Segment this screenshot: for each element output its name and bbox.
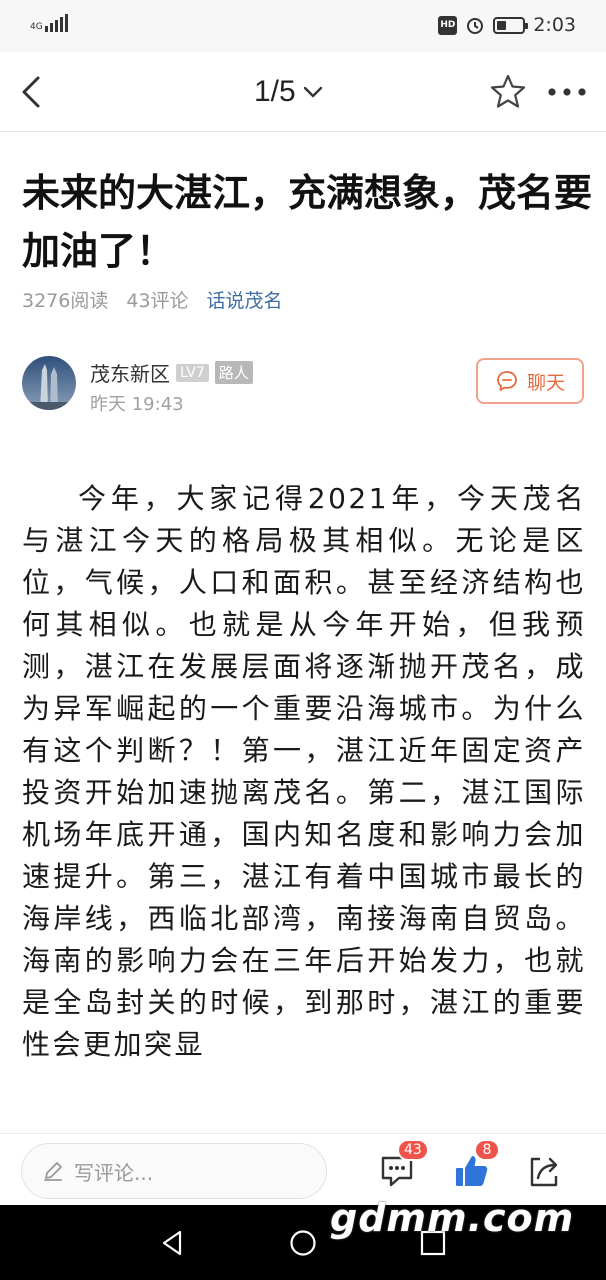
level-badge: LV7 — [176, 363, 209, 382]
like-button[interactable]: 8 — [452, 1139, 500, 1191]
chat-button[interactable]: 聊天 — [476, 358, 584, 404]
avatar[interactable] — [22, 356, 76, 410]
more-icon[interactable] — [546, 80, 588, 104]
chat-icon — [497, 371, 517, 391]
hd-icon: HD — [438, 15, 458, 35]
author-name[interactable]: 茂东新区 — [90, 358, 170, 387]
comment-input[interactable]: 写评论... — [21, 1143, 327, 1199]
signal-area: 4G — [30, 14, 68, 32]
nav-bar: 1/5 — [0, 52, 606, 132]
page-selector[interactable]: 1/5 — [254, 72, 324, 112]
comment-count-text: 43评论 — [126, 290, 189, 312]
page-indicator: 1/5 — [254, 75, 296, 108]
read-count: 3276阅读 — [22, 290, 109, 312]
share-icon[interactable] — [524, 1151, 564, 1191]
author-info: 茂东新区 LV7 路人 — [90, 358, 253, 387]
battery-icon — [493, 16, 529, 34]
pencil-icon — [44, 1162, 62, 1181]
network-type: 4G — [30, 22, 43, 32]
article-title: 未来的大湛江，充满想象，茂名要加油了！ — [22, 171, 593, 273]
topic-link[interactable]: 话说茂名 — [207, 286, 283, 313]
article-body: 今年，大家记得2021年，今天茂名与湛江今天的格局极其相似。无论是区位，气候，人… — [22, 482, 586, 1061]
alarm-icon — [467, 18, 484, 34]
bottom-bar: 写评论... 43 8 — [0, 1133, 606, 1205]
comment-count-badge: 43 — [397, 1139, 429, 1161]
chat-label: 聊天 — [526, 371, 565, 394]
watermark: gdmm.com — [330, 1196, 575, 1240]
author-row: 茂东新区 LV7 路人 昨天 19:43 聊天 — [22, 356, 588, 416]
comments-button[interactable]: 43 — [377, 1139, 429, 1191]
like-count-badge: 8 — [474, 1139, 500, 1161]
post-time: 昨天 19:43 — [90, 394, 184, 415]
back-triangle-icon[interactable] — [158, 1228, 188, 1258]
status-right: HD 2:03 — [438, 14, 576, 36]
comment-placeholder: 写评论... — [74, 1160, 154, 1185]
role-badge: 路人 — [214, 361, 253, 384]
article-meta: 3276阅读 43评论 话说茂名 — [22, 286, 283, 313]
signal-icon — [44, 14, 68, 32]
clock: 2:03 — [533, 14, 576, 36]
star-icon[interactable] — [488, 72, 528, 112]
back-icon[interactable] — [16, 70, 56, 114]
status-bar: 4G HD 2:03 — [0, 0, 606, 52]
chevron-down-icon — [303, 86, 322, 98]
home-circle-icon[interactable] — [288, 1228, 318, 1258]
